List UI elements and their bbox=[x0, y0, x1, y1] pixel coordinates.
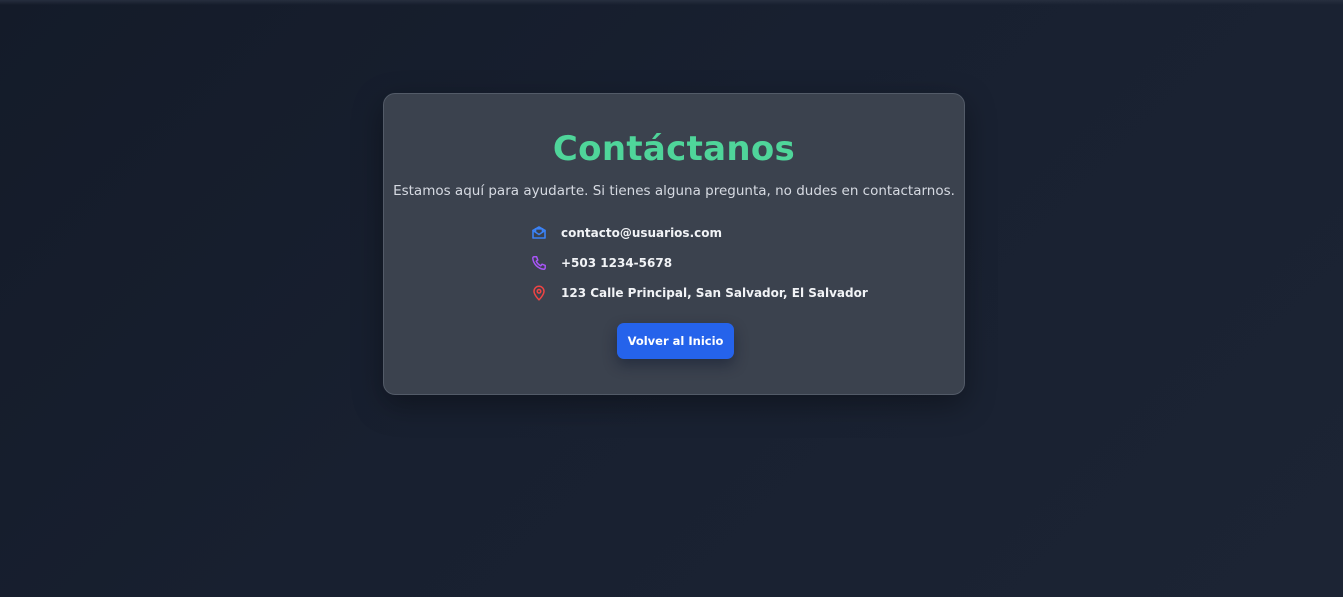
contact-email-row: contacto@usuarios.com bbox=[530, 218, 868, 248]
top-edge-shade bbox=[0, 0, 1343, 5]
phone-icon bbox=[530, 254, 548, 272]
contact-phone-row: +503 1234-5678 bbox=[530, 248, 868, 278]
contact-phone: +503 1234-5678 bbox=[561, 256, 673, 270]
contact-card: Contáctanos Estamos aquí para ayudarte. … bbox=[383, 93, 965, 395]
location-pin-icon bbox=[530, 284, 548, 302]
contact-address-row: 123 Calle Principal, San Salvador, El Sa… bbox=[530, 278, 868, 308]
page-subtitle: Estamos aquí para ayudarte. Si tienes al… bbox=[393, 183, 955, 199]
email-icon bbox=[530, 224, 548, 242]
contact-address: 123 Calle Principal, San Salvador, El Sa… bbox=[561, 286, 868, 300]
back-to-home-button[interactable]: Volver al Inicio bbox=[617, 323, 734, 359]
page-title: Contáctanos bbox=[552, 129, 796, 169]
contact-email: contacto@usuarios.com bbox=[561, 226, 722, 240]
contact-info-list: contacto@usuarios.com +503 1234-5678 123… bbox=[530, 218, 868, 308]
